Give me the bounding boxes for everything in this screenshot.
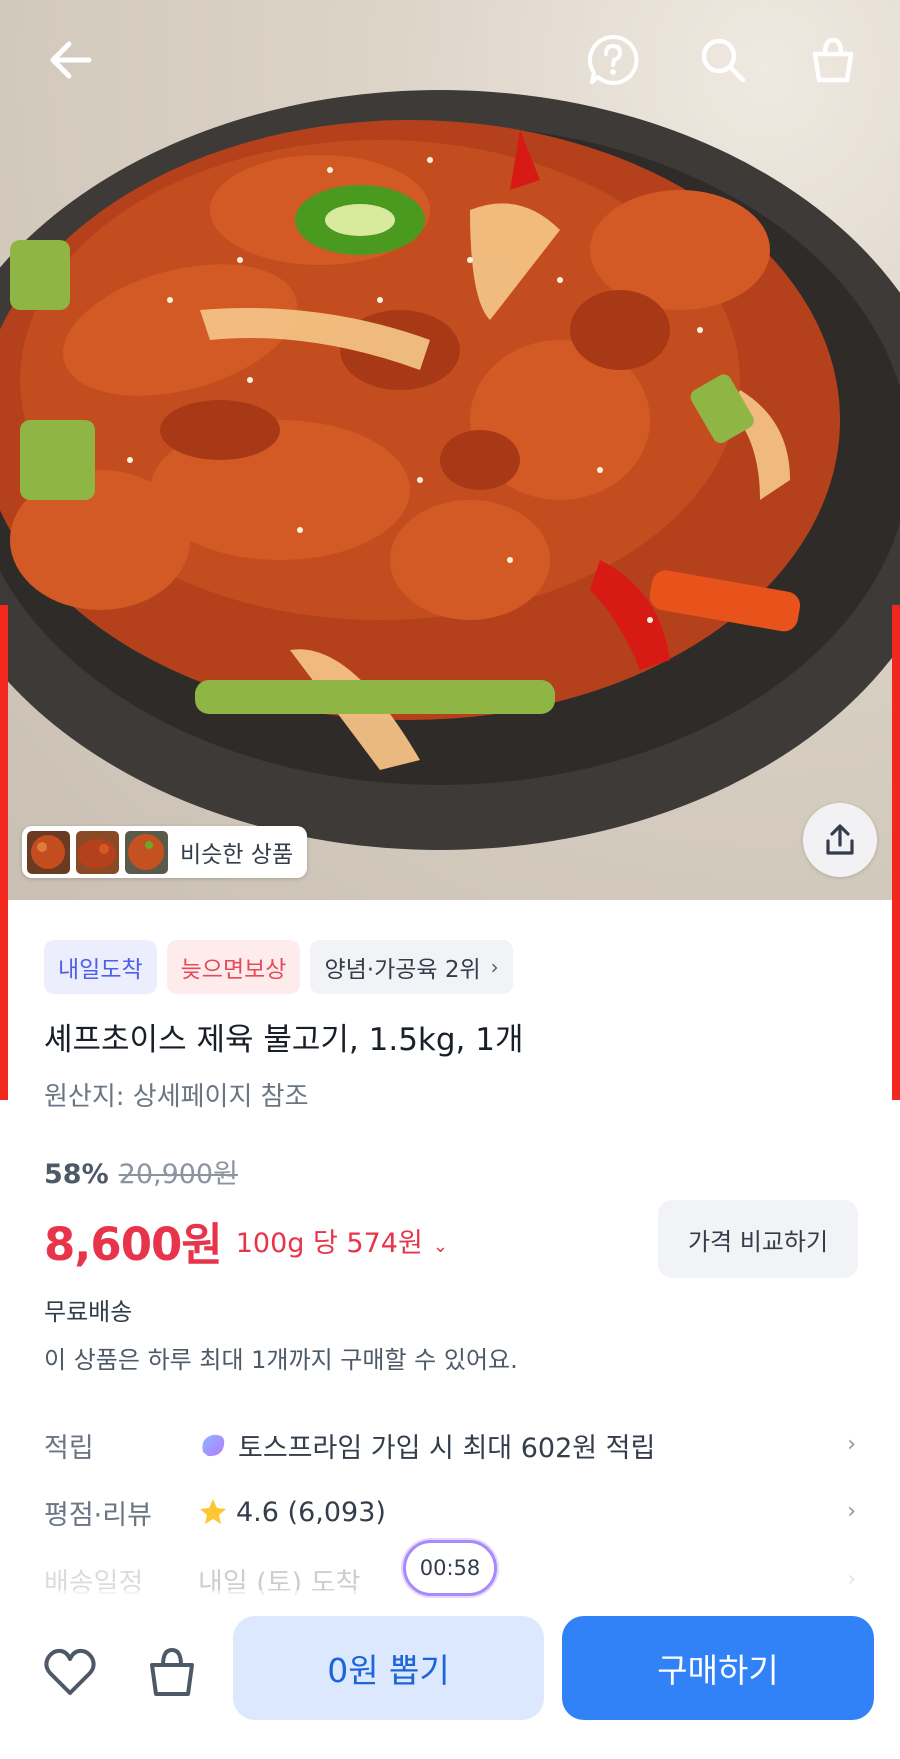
top-navigation-bar [0,0,900,120]
share-button[interactable] [803,803,877,877]
points-row[interactable]: 적립 토스프라임 가입 시 최대 602원 적립 › [44,1420,856,1470]
right-edge-indicator [892,605,900,1100]
unit-price: 100g 당 574원 [235,1228,423,1259]
original-price: 20,900원 [118,1159,238,1190]
similar-thumbnail [76,830,119,874]
star-icon [200,1499,226,1524]
similar-products-label: 비슷한 상품 [180,842,294,868]
discount-row: 58% 20,900원 [44,1152,238,1191]
price-row: 8,600원 100g 당 574원 ⌄ [44,1208,448,1273]
badge-row: 내일도착 늦으면보상 양념·가공육 2위 › [44,940,513,994]
product-image[interactable]: 비슷한 상품 [0,0,900,900]
countdown-timer: 00:58 [403,1540,497,1596]
zero-won-draw-button[interactable]: 0원 뽑기 [233,1616,544,1720]
price-compare-button[interactable]: 가격 비교하기 [658,1200,858,1278]
product-title: 셰프초이스 제육 불고기, 1.5kg, 1개 [44,1022,524,1058]
review-count: (6,093) [287,1496,386,1528]
buy-button[interactable]: 구매하기 [562,1616,874,1720]
chevron-right-icon: › [847,1499,856,1524]
unit-price-toggle[interactable]: 100g 당 574원 ⌄ [236,1221,448,1260]
category-rank-badge[interactable]: 양념·가공육 2위 › [310,940,513,994]
rating-value: 4.6 [236,1496,279,1528]
similar-thumbnail [125,830,168,874]
back-arrow-icon[interactable] [40,30,100,90]
category-rank-label: 양념·가공육 2위 [324,957,481,983]
search-icon[interactable] [693,30,753,90]
chevron-right-icon: › [490,955,499,979]
food-photo [0,90,900,850]
left-edge-indicator [0,605,8,1100]
heart-icon[interactable] [40,1642,100,1702]
points-label: 적립 [44,1432,94,1464]
chevron-down-icon: ⌄ [432,1236,448,1257]
similar-thumbnail [27,830,70,874]
shipping-info: 무료배송 [44,1298,133,1326]
discount-rate: 58% [44,1159,109,1190]
points-value: 토스프라임 가입 시 최대 602원 적립 [238,1432,656,1464]
bag-icon[interactable] [142,1642,202,1702]
similar-products-button[interactable]: 비슷한 상품 [22,826,308,878]
help-icon[interactable] [583,30,643,90]
chevron-right-icon: › [847,1432,856,1457]
tomorrow-delivery-badge: 내일도착 [44,940,157,994]
review-label: 평점·리뷰 [44,1499,152,1531]
sale-price: 8,600원 [44,1218,223,1271]
chevron-right-icon: › [847,1567,856,1592]
shopping-bag-icon[interactable] [803,30,863,90]
share-icon [826,824,854,855]
purchase-limit-notice: 이 상품은 하루 최대 1개까지 구매할 수 있어요. [44,1346,518,1374]
late-compensation-badge: 늦으면보상 [166,940,301,994]
toss-prime-icon [202,1434,225,1457]
review-row[interactable]: 평점·리뷰 4.6 (6,093) › [44,1487,856,1537]
product-origin: 원산지: 상세페이지 참조 [44,1082,309,1112]
